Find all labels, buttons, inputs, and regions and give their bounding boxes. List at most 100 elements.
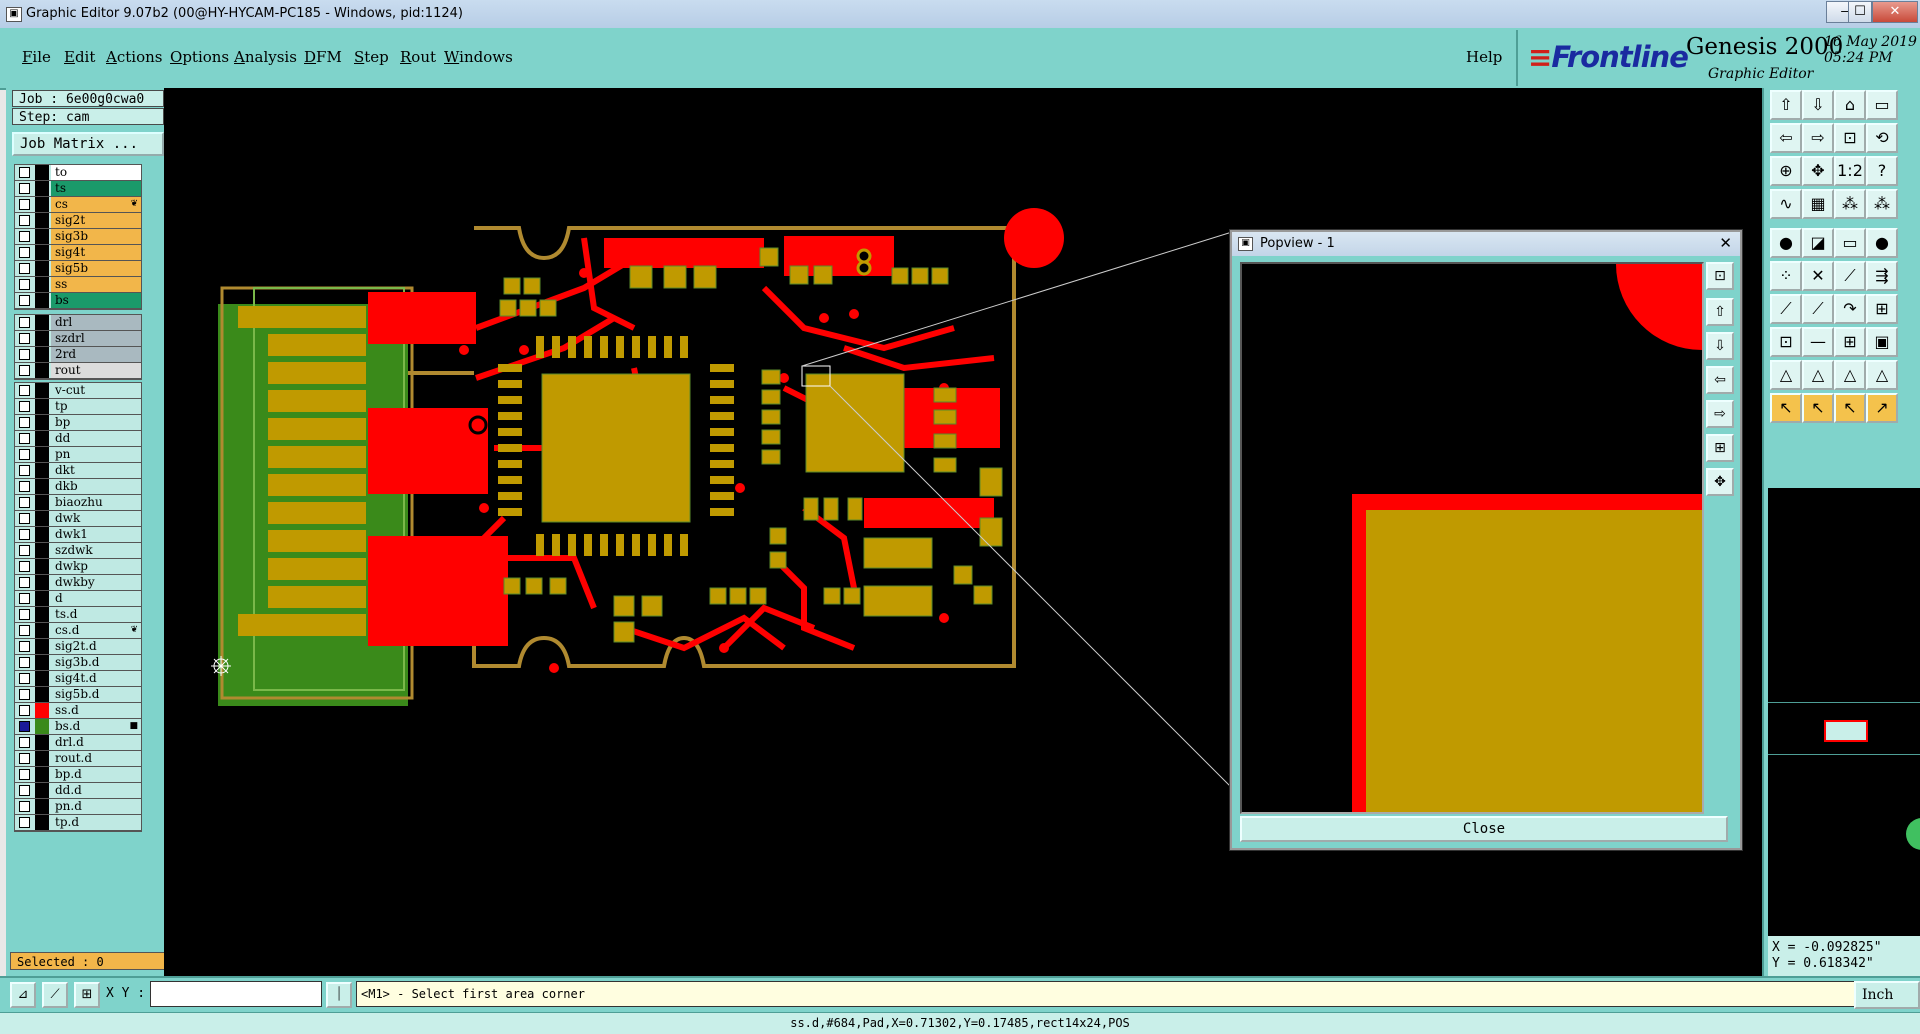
layer-name[interactable]: d: [51, 591, 141, 606]
layer-row[interactable]: bp.d: [15, 767, 141, 783]
layer-color-swatch[interactable]: [35, 799, 49, 814]
measure-icon[interactable]: ⟋: [1770, 294, 1802, 324]
add-line-icon[interactable]: ◪: [1802, 228, 1834, 258]
layer-name[interactable]: sig4t.d: [51, 671, 141, 686]
layer-color-swatch[interactable]: [35, 767, 49, 782]
layer-color-swatch[interactable]: [35, 719, 49, 734]
layer-checkbox[interactable]: [19, 545, 30, 556]
layer-name[interactable]: szdrl: [51, 331, 141, 346]
menu-dfm[interactable]: DFM: [304, 48, 342, 66]
pv-pan-icon[interactable]: ✥: [1706, 468, 1734, 496]
layer-color-swatch[interactable]: [35, 671, 49, 686]
layer-checkbox[interactable]: [19, 497, 30, 508]
layer-row[interactable]: v-cut: [15, 383, 141, 399]
popview-canvas[interactable]: [1240, 262, 1704, 814]
grid-icon[interactable]: ▦: [1802, 189, 1834, 219]
layer-checkbox[interactable]: [19, 801, 30, 812]
triangle-icon[interactable]: △: [1770, 360, 1802, 390]
layer-color-swatch[interactable]: [35, 277, 49, 292]
ratio-icon[interactable]: 1:2: [1834, 156, 1866, 186]
layer-name[interactable]: sig3b: [51, 229, 141, 244]
maximize-button[interactable]: ☐: [1848, 1, 1872, 23]
layer-name[interactable]: sig5b.d: [51, 687, 141, 702]
layer-color-swatch[interactable]: [35, 543, 49, 558]
zoom-in-icon[interactable]: ⊕: [1770, 156, 1802, 186]
triangle-edge-icon[interactable]: △: [1866, 360, 1898, 390]
layer-color-swatch[interactable]: [35, 363, 49, 378]
layer-row[interactable]: d: [15, 591, 141, 607]
snap-icon[interactable]: ∿: [1770, 189, 1802, 219]
dim-icon[interactable]: —: [1802, 327, 1834, 357]
layer-color-swatch[interactable]: [35, 639, 49, 654]
layer-row[interactable]: sig2t: [15, 213, 141, 229]
layer-name[interactable]: ss: [51, 277, 141, 292]
layer-row[interactable]: dwkp: [15, 559, 141, 575]
layer-name[interactable]: dwk1: [51, 527, 141, 542]
layer-name[interactable]: ts: [51, 181, 141, 196]
layer-row[interactable]: dwk: [15, 511, 141, 527]
layer-color-swatch[interactable]: [35, 655, 49, 670]
snap-icon[interactable]: ⊿: [10, 982, 36, 1008]
layer-name[interactable]: sig5b: [51, 261, 141, 276]
layer-row[interactable]: cs ❦: [15, 197, 141, 213]
layer-checkbox[interactable]: [19, 769, 30, 780]
layer-row[interactable]: rout.d: [15, 751, 141, 767]
mini-viewport[interactable]: [1824, 720, 1868, 742]
measure-icon[interactable]: ⟋: [42, 982, 68, 1008]
pv-up-icon[interactable]: ⇧: [1706, 298, 1734, 326]
layer-checkbox[interactable]: [19, 689, 30, 700]
layer-name[interactable]: v-cut: [51, 383, 141, 398]
layer-checkbox[interactable]: [19, 753, 30, 764]
home-icon[interactable]: ⌂: [1834, 90, 1866, 120]
layer-name[interactable]: dkt: [51, 463, 141, 478]
layer-color-swatch[interactable]: [35, 229, 49, 244]
layer-row[interactable]: dkb: [15, 479, 141, 495]
segment-icon[interactable]: ⊞: [1834, 327, 1866, 357]
layer-row[interactable]: szdwk: [15, 543, 141, 559]
layer-row[interactable]: pn.d: [15, 799, 141, 815]
window-icon[interactable]: ▭: [1866, 90, 1898, 120]
layer-color-swatch[interactable]: [35, 213, 49, 228]
layer-checkbox[interactable]: [19, 215, 30, 226]
layer-name[interactable]: dd: [51, 431, 141, 446]
pv-right-icon[interactable]: ⇨: [1706, 400, 1734, 428]
layer-color-swatch[interactable]: [35, 463, 49, 478]
layer-name[interactable]: biaozhu: [51, 495, 141, 510]
layer-checkbox[interactable]: [19, 609, 30, 620]
layer-checkbox[interactable]: [19, 657, 30, 668]
select-icon[interactable]: ↖: [1770, 393, 1802, 423]
layer-color-swatch[interactable]: [35, 751, 49, 766]
layer-name[interactable]: szdwk: [51, 543, 141, 558]
layer-row[interactable]: tp.d: [15, 815, 141, 831]
layer-checkbox[interactable]: [19, 737, 30, 748]
layer-name[interactable]: bs.d ■: [51, 719, 141, 734]
layer-row[interactable]: bs.d ■: [15, 719, 141, 735]
layer-row[interactable]: sig2t.d: [15, 639, 141, 655]
layer-checkbox[interactable]: [19, 481, 30, 492]
select-snap-icon[interactable]: ↗: [1866, 393, 1898, 423]
layer-checkbox[interactable]: [19, 417, 30, 428]
zoom-prev-icon[interactable]: ⇦: [1770, 123, 1802, 153]
pv-fit-icon[interactable]: ⊞: [1706, 434, 1734, 462]
grid-snap-icon[interactable]: ⊞: [74, 982, 100, 1008]
layer-checkbox[interactable]: [19, 365, 30, 376]
layer-name[interactable]: sig3b.d: [51, 655, 141, 670]
layer-name[interactable]: dwkp: [51, 559, 141, 574]
layer-row[interactable]: ts.d: [15, 607, 141, 623]
layer-checkbox[interactable]: [19, 247, 30, 258]
layer-row[interactable]: tp: [15, 399, 141, 415]
layer-name[interactable]: drl: [51, 315, 141, 330]
pad-tool-icon[interactable]: ⊡: [1770, 327, 1802, 357]
layer-row[interactable]: drl: [15, 315, 141, 331]
layer-name[interactable]: dwk: [51, 511, 141, 526]
layer-color-swatch[interactable]: [35, 815, 49, 830]
job-matrix-button[interactable]: Job Matrix ...: [12, 132, 164, 156]
layer-checkbox[interactable]: [19, 785, 30, 796]
layer-checkbox[interactable]: [19, 529, 30, 540]
layer-row[interactable]: dwkby: [15, 575, 141, 591]
layer-color-swatch[interactable]: [35, 703, 49, 718]
triangle-fill-icon[interactable]: △: [1802, 360, 1834, 390]
ddr-alt-icon[interactable]: ⁂: [1866, 189, 1898, 219]
layer-row[interactable]: sig3b.d: [15, 655, 141, 671]
window-title-bar[interactable]: ▣ Graphic Editor 9.07b2 (00@HY-HYCAM-PC1…: [0, 0, 1920, 29]
